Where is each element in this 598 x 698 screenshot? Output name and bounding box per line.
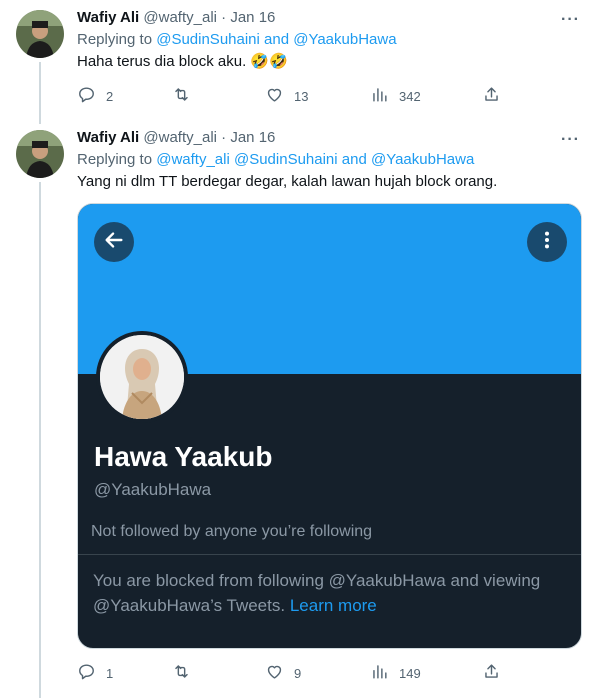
profile-name: Hawa Yaakub <box>94 441 273 472</box>
like-button[interactable]: 9 <box>265 661 301 685</box>
tweet-actions: 2 13 342 <box>77 84 517 108</box>
views-count: 149 <box>399 665 421 681</box>
blocked-notice: You are blocked from following @YaakubHa… <box>93 568 573 618</box>
profile-avatar[interactable] <box>96 331 188 423</box>
retweet-button[interactable] <box>172 84 191 108</box>
tweet[interactable]: Wafiy Ali @wafty_ali · Jan 16 Replying t… <box>0 0 598 120</box>
avatar[interactable] <box>16 10 64 58</box>
replying-label: Replying to <box>77 31 157 48</box>
more-options-icon[interactable]: ··· <box>561 12 580 28</box>
profile-menu-button[interactable] <box>527 222 567 262</box>
views-button[interactable]: 342 <box>370 84 421 108</box>
tweet-body: Wafiy Ali @wafty_ali · Jan 16 Replying t… <box>77 128 588 192</box>
heart-icon <box>265 85 284 107</box>
like-button[interactable]: 13 <box>265 84 308 108</box>
author-handle[interactable]: @wafty_ali <box>143 9 217 26</box>
replying-to: Replying to @SudinSuhaini and @YaakubHaw… <box>77 30 588 50</box>
separator-dot: · <box>221 9 227 26</box>
avatar[interactable] <box>16 130 64 178</box>
replying-label: Replying to <box>77 151 157 168</box>
share-button[interactable] <box>482 661 501 685</box>
views-icon <box>370 662 389 684</box>
tweet-date[interactable]: Jan 16 <box>230 9 275 26</box>
tweet-actions: 1 9 149 <box>77 661 517 685</box>
back-arrow-icon <box>103 229 125 256</box>
retweet-icon <box>172 662 191 684</box>
reply-icon <box>77 85 96 107</box>
replying-to: Replying to @wafty_ali @SudinSuhaini and… <box>77 150 588 170</box>
replying-mentions[interactable]: @SudinSuhaini and @YaakubHawa <box>156 31 396 48</box>
share-icon <box>482 662 501 684</box>
embedded-image[interactable]: Hawa Yaakub @YaakubHawa Not followed by … <box>77 203 582 649</box>
tweet-text: Yang ni dlm TT berdegar degar, kalah law… <box>77 173 498 190</box>
retweet-button[interactable] <box>172 661 191 685</box>
views-icon <box>370 85 389 107</box>
tweet-date[interactable]: Jan 16 <box>230 129 275 146</box>
tweet-text: Haha terus dia block aku. 🤣🤣 <box>77 53 288 70</box>
learn-more-link[interactable]: Learn more <box>290 596 377 615</box>
heart-icon <box>265 662 284 684</box>
reply-icon <box>77 662 96 684</box>
views-button[interactable]: 149 <box>370 661 421 685</box>
more-options-icon[interactable]: ··· <box>561 132 580 148</box>
reply-count: 2 <box>106 88 114 104</box>
back-button[interactable] <box>94 222 134 262</box>
like-count: 13 <box>294 88 309 104</box>
replying-mentions[interactable]: @wafty_ali @SudinSuhaini and @YaakubHawa <box>156 151 474 168</box>
reply-count: 1 <box>106 665 114 681</box>
separator-dot: · <box>221 129 227 146</box>
followed-status: Not followed by anyone you’re following <box>91 523 373 540</box>
divider <box>78 554 581 555</box>
tweet-body: Wafiy Ali @wafty_ali · Jan 16 Replying t… <box>77 8 588 72</box>
more-vertical-icon <box>536 229 558 256</box>
share-button[interactable] <box>482 84 501 108</box>
author-name[interactable]: Wafiy Ali <box>77 129 139 146</box>
tweet-meta: Wafiy Ali @wafty_ali · Jan 16 <box>77 8 588 28</box>
share-icon <box>482 85 501 107</box>
retweet-icon <box>172 85 191 107</box>
views-count: 342 <box>399 88 421 104</box>
author-name[interactable]: Wafiy Ali <box>77 9 139 26</box>
author-handle[interactable]: @wafty_ali <box>143 129 217 146</box>
like-count: 9 <box>294 665 302 681</box>
reply-button[interactable]: 2 <box>77 84 113 108</box>
reply-button[interactable]: 1 <box>77 661 113 685</box>
profile-handle: @YaakubHawa <box>94 480 212 499</box>
tweet-meta: Wafiy Ali @wafty_ali · Jan 16 <box>77 128 588 148</box>
